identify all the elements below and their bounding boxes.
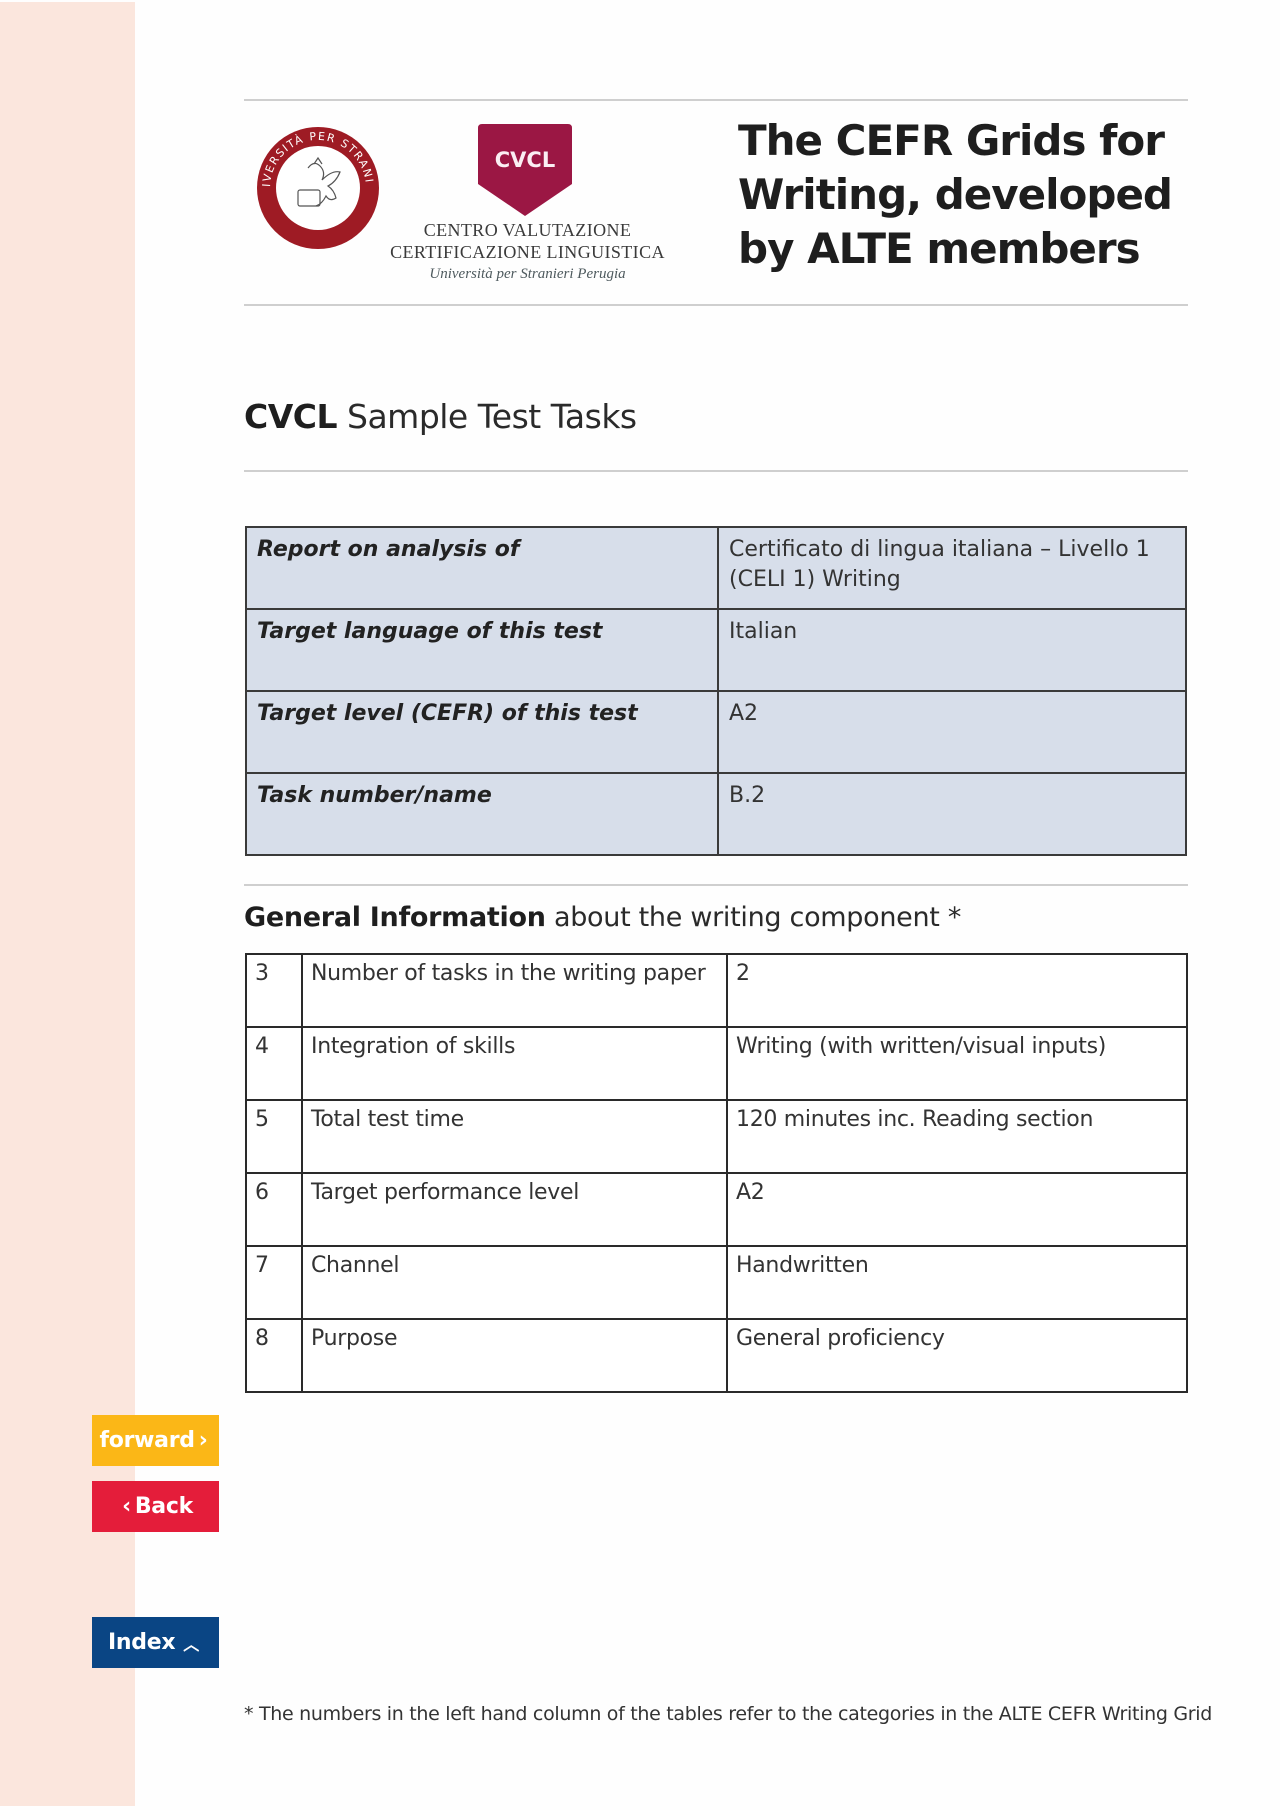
general-info-table: 3 Number of tasks in the writing paper 2 4 I… (245, 953, 1188, 1393)
cvcl-badge-logo: CVCL (478, 124, 572, 216)
general-info-heading-rest: about the writing component * (545, 902, 962, 933)
report-table: Report on analysis of Certificato di ling… (245, 526, 1187, 856)
report-table-row: Target language of this test Italian (245, 608, 1187, 692)
report-field-label: Target level (CEFR) of this test (245, 690, 719, 774)
category-name: Target performance level (301, 1172, 728, 1247)
section-heading: CVCL Sample Test Tasks (244, 397, 637, 436)
cvcl-org-line3: Università per Stranieri Perugia (429, 266, 626, 282)
general-info-row: 4 Integration of skills Writing (with writ… (245, 1026, 1188, 1101)
category-name: Channel (301, 1245, 728, 1320)
section-heading-bold: CVCL (244, 397, 338, 436)
general-info-row: 8 Purpose General proficiency (245, 1318, 1188, 1393)
forward-button[interactable]: forward › (92, 1415, 219, 1466)
general-info-row: 6 Target performance level A2 (245, 1172, 1188, 1247)
category-number: 3 (245, 953, 303, 1028)
category-number: 5 (245, 1099, 303, 1174)
report-field-label: Report on analysis of (245, 526, 719, 610)
university-seal-logo: UNIVERSITÀ PER STRANIERI PERUGIA (256, 126, 379, 249)
cvcl-org-line2: CERTIFICAZIONE LINGUISTICA (390, 242, 665, 262)
report-table-row: Task number/name B.2 (245, 772, 1187, 856)
report-field-value: Italian (717, 608, 1187, 692)
report-field-label: Task number/name (245, 772, 719, 856)
report-table-row: Target level (CEFR) of this test A2 (245, 690, 1187, 774)
document-title: The CEFR Grids for Writing, developed by… (738, 116, 1173, 273)
section-heading-rest: Sample Test Tasks (337, 397, 637, 436)
left-sidebar (0, 2, 135, 1806)
general-info-row: 3 Number of tasks in the writing paper 2 (245, 953, 1188, 1028)
category-value: 2 (726, 953, 1188, 1028)
category-value: General proficiency (726, 1318, 1188, 1393)
category-name: Purpose (301, 1318, 728, 1393)
header-top-divider (244, 99, 1188, 101)
general-info-heading-bold: General Information (244, 902, 546, 933)
category-number: 7 (245, 1245, 303, 1320)
forward-label: forward (99, 1428, 196, 1453)
general-info-row: 7 Channel Handwritten (245, 1245, 1188, 1320)
general-info-row: 5 Total test time 120 minutes inc. Reading… (245, 1099, 1188, 1174)
index-label: Index (108, 1630, 176, 1655)
chevron-up-icon: ︿ (183, 1634, 199, 1654)
general-info-divider (244, 884, 1188, 886)
report-field-value: B.2 (717, 772, 1187, 856)
section-divider (244, 470, 1188, 472)
cvcl-org-line1: CENTRO VALUTAZIONE (423, 220, 632, 240)
cvcl-badge-text: CVCL (495, 148, 555, 172)
report-field-value: Certificato di lingua italiana – Livello… (717, 526, 1187, 610)
footnote: * The numbers in the left hand column of… (244, 1703, 1213, 1725)
category-number: 6 (245, 1172, 303, 1247)
category-value: 120 minutes inc. Reading section (726, 1099, 1188, 1174)
chevron-left-icon: ‹ (122, 1494, 131, 1519)
chevron-right-icon: › (198, 1428, 208, 1453)
category-value: A2 (726, 1172, 1188, 1247)
report-field-value: A2 (717, 690, 1187, 774)
index-button[interactable]: Index ︿ (92, 1617, 219, 1668)
category-number: 8 (245, 1318, 303, 1393)
general-info-heading: General Information about the writing co… (244, 902, 961, 933)
category-name: Integration of skills (301, 1026, 728, 1101)
report-table-row: Report on analysis of Certificato di ling… (245, 526, 1187, 610)
back-button[interactable]: ‹ Back (92, 1481, 219, 1532)
category-name: Total test time (301, 1099, 728, 1174)
report-field-label: Target language of this test (245, 608, 719, 692)
category-value: Writing (with written/visual inputs) (726, 1026, 1188, 1101)
back-label: Back (134, 1494, 193, 1519)
header-bottom-divider (244, 304, 1188, 306)
category-number: 4 (245, 1026, 303, 1101)
category-name: Number of tasks in the writing paper (301, 953, 728, 1028)
category-value: Handwritten (726, 1245, 1188, 1320)
